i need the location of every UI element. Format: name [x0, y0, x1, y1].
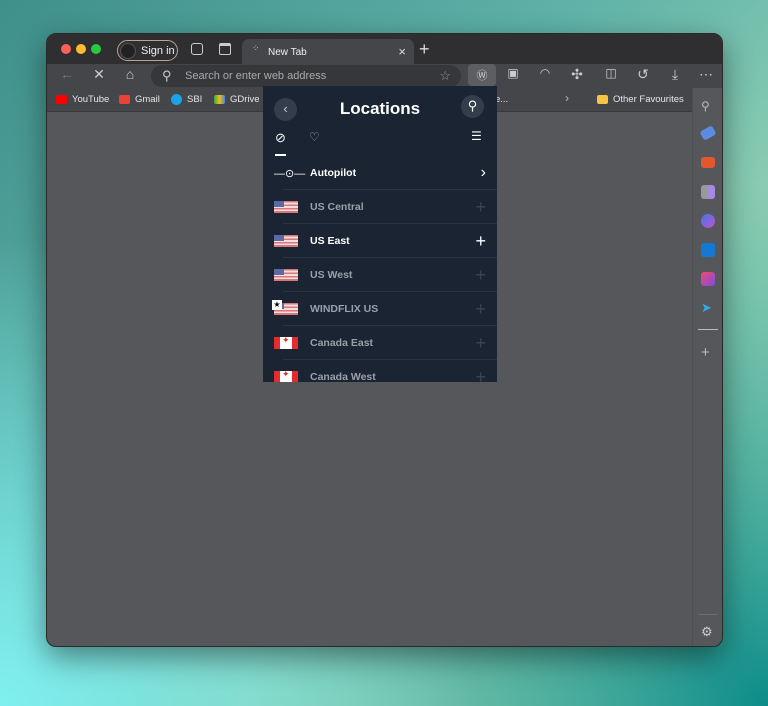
bookmark-label: SBI — [187, 94, 203, 105]
title-bar: Sign in ⁘ New Tab × + — [47, 34, 722, 65]
location-us-west[interactable]: US West + — [263, 258, 497, 292]
add-favourite-plus-icon[interactable]: + — [475, 231, 486, 252]
us-flag-icon — [274, 269, 298, 281]
windscribe-extension-icon[interactable]: Ⓦ — [468, 64, 496, 86]
location-autopilot[interactable]: —⊙— Autopilot › — [263, 156, 497, 190]
bookmark-label: Gmail — [135, 94, 160, 105]
bookmark-gmail[interactable]: Gmail — [119, 94, 160, 105]
location-label: US West — [310, 269, 353, 281]
bookmark-youtube[interactable]: YouTube — [56, 94, 109, 105]
zoom-window-button[interactable] — [91, 44, 101, 54]
shopping-tag-icon[interactable] — [699, 125, 717, 141]
location-us-central[interactable]: US Central + — [263, 190, 497, 224]
sidebar: ⚲ ➤ + ⚙ — [692, 88, 722, 646]
sign-in-button[interactable]: Sign in — [117, 40, 178, 61]
bookmark-gdrive[interactable]: GDrive — [214, 94, 260, 105]
location-label: Canada West — [310, 371, 376, 382]
location-canada-west[interactable]: Canada West + — [263, 360, 497, 382]
other-favourites[interactable]: Other Favourites — [597, 94, 684, 105]
tab-new-tab[interactable]: ⁘ New Tab × — [242, 39, 414, 65]
more-menu-icon[interactable]: ⋯ — [696, 66, 716, 83]
home-icon[interactable]: ⌂ — [120, 66, 140, 82]
workspaces-icon[interactable] — [191, 43, 203, 55]
locations-popup: ‹ Locations ⚲ ⊘ ♡ ☰ —⊙— Autopilot › US C… — [263, 86, 497, 382]
favourites-heart-icon[interactable]: ♡ — [309, 130, 320, 144]
location-windflix-us[interactable]: ★ WINDFLIX US + — [263, 292, 497, 326]
search-icon: ⚲ — [162, 68, 172, 83]
copilot-icon[interactable] — [701, 214, 715, 228]
chevron-right-icon[interactable]: › — [481, 164, 486, 182]
location-label: Canada East — [310, 337, 374, 349]
add-favourite-plus-icon[interactable]: + — [475, 197, 486, 218]
canada-flag-icon — [274, 335, 298, 349]
downloads-icon[interactable]: ⤓ — [665, 66, 685, 83]
sidebar-divider — [698, 329, 718, 330]
sort-icon[interactable]: ☰ — [471, 129, 482, 143]
location-label: US East — [310, 235, 350, 247]
add-favourite-plus-icon[interactable]: + — [475, 367, 486, 383]
add-favourite-plus-icon[interactable]: + — [475, 265, 486, 286]
extension-icon[interactable]: ▣ — [503, 66, 523, 80]
star-badge-icon: ★ — [272, 300, 282, 310]
us-flag-icon — [274, 235, 298, 247]
sidebar-search-icon[interactable]: ⚲ — [701, 99, 715, 113]
close-tab-icon[interactable]: × — [398, 44, 406, 59]
loading-icon: ⁘ — [252, 43, 260, 53]
games-icon[interactable] — [701, 185, 715, 199]
add-sidebar-app-icon[interactable]: + — [701, 344, 715, 361]
folder-icon — [597, 95, 608, 104]
new-tab-button[interactable]: + — [419, 39, 430, 60]
browser-window: Sign in ⁘ New Tab × + ← ✕ ⌂ ⚲ Search or en… — [46, 33, 723, 647]
autopilot-plane-icon: —⊙— — [274, 167, 306, 180]
outlook-icon[interactable] — [701, 243, 715, 257]
back-icon[interactable]: ← — [57, 66, 77, 82]
close-window-button[interactable] — [61, 44, 71, 54]
add-favourite-plus-icon[interactable]: + — [475, 299, 486, 320]
sbi-icon — [171, 94, 182, 105]
send-icon[interactable]: ➤ — [701, 300, 715, 315]
gmail-icon — [119, 95, 130, 104]
location-us-east[interactable]: US East + — [263, 224, 497, 258]
wifi-icon[interactable]: ◠ — [535, 66, 555, 80]
avatar — [120, 42, 136, 59]
favourite-star-icon[interactable]: ☆ — [439, 68, 451, 84]
search-locations-button[interactable]: ⚲ — [461, 95, 484, 118]
stop-icon[interactable]: ✕ — [89, 66, 109, 83]
us-flag-icon — [274, 201, 298, 213]
explore-compass-icon[interactable]: ⊘ — [275, 130, 286, 146]
minimize-window-button[interactable] — [76, 44, 86, 54]
youtube-icon — [56, 95, 67, 104]
split-screen-icon[interactable]: ◫ — [601, 66, 621, 80]
history-icon[interactable]: ↺ — [633, 66, 653, 83]
bookmark-label: GDrive — [230, 94, 260, 105]
tab-title: New Tab — [268, 46, 307, 58]
location-canada-east[interactable]: Canada East + — [263, 326, 497, 360]
sidebar-divider — [698, 614, 718, 615]
extensions-puzzle-icon[interactable]: ✣ — [567, 66, 587, 83]
settings-gear-icon[interactable]: ⚙ — [701, 624, 715, 639]
address-placeholder: Search or enter web address — [185, 70, 327, 82]
bookmark-sbi[interactable]: SBI — [171, 94, 202, 105]
sign-in-label: Sign in — [141, 44, 175, 57]
bookmark-label: YouTube — [72, 94, 110, 105]
more-bookmarks-chevron-icon[interactable]: › — [565, 91, 569, 105]
tools-icon[interactable] — [701, 157, 715, 168]
location-label: Autopilot — [310, 167, 357, 179]
tab-actions-icon[interactable] — [219, 43, 231, 55]
canada-flag-icon — [274, 369, 298, 382]
designer-icon[interactable] — [701, 272, 715, 286]
other-favourites-label: Other Favourites — [613, 94, 684, 105]
location-label: WINDFLIX US — [310, 303, 379, 315]
address-bar[interactable]: ⚲ Search or enter web address ☆ — [151, 65, 461, 87]
gdrive-icon — [214, 95, 225, 104]
location-label: US Central — [310, 201, 364, 213]
toolbar: ← ✕ ⌂ ⚲ Search or enter web address ☆ Ⓦ … — [47, 64, 722, 88]
add-favourite-plus-icon[interactable]: + — [475, 333, 486, 354]
